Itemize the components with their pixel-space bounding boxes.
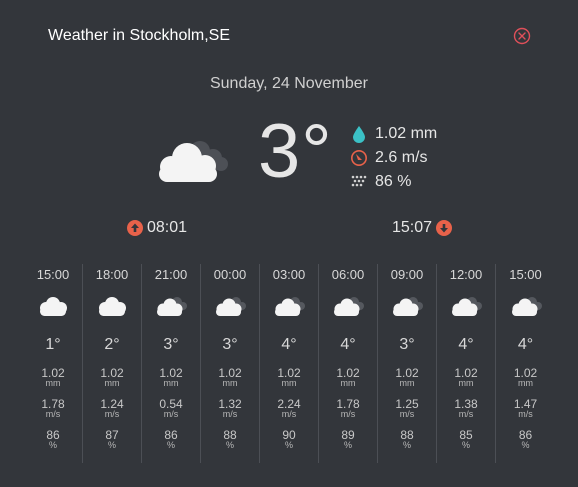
forecast-wind-unit: m/s: [518, 409, 533, 419]
clouds-icon: [332, 295, 364, 317]
clouds-icon: [450, 295, 482, 317]
forecast-humidity-unit: %: [461, 440, 470, 450]
close-button[interactable]: [513, 27, 531, 45]
forecast-temperature: 3°: [222, 336, 238, 353]
forecast-temperature: 4°: [281, 336, 297, 353]
clouds-icon: [510, 295, 542, 317]
forecast-wind-unit: m/s: [163, 409, 179, 419]
forecast-precipitation-unit: mm: [399, 378, 415, 388]
forecast-time: 12:00: [449, 267, 483, 282]
forecast-precipitation-unit: mm: [104, 378, 120, 388]
forecast-time: 21:00: [154, 267, 188, 282]
forecast-humidity-unit: %: [107, 440, 116, 450]
forecast-column: 18:00 2° 1.02 mm 1.24 m/s 87 %: [83, 264, 142, 463]
humidity-value: 86 %: [375, 173, 412, 190]
forecast-time: 18:00: [95, 267, 129, 282]
forecast-humidity-unit: %: [48, 440, 57, 450]
forecast-time: 09:00: [390, 267, 424, 282]
precipitation-row: 1.02 mm: [350, 122, 437, 146]
forecast-precipitation-unit: mm: [458, 378, 474, 388]
forecast-wind-unit: m/s: [222, 409, 238, 419]
forecast-wind-unit: m/s: [399, 409, 415, 419]
forecast-temperature: 3°: [163, 336, 179, 353]
sunset-icon: [436, 220, 453, 236]
close-icon[interactable]: [513, 27, 531, 45]
clouds-icon: [214, 295, 246, 317]
cloud-icon: [37, 295, 69, 317]
cloud-icon: [155, 134, 231, 184]
wind-icon: [350, 149, 368, 167]
forecast-time: 15:00: [36, 267, 70, 282]
sunset-time: 15:07: [392, 219, 433, 236]
humidity-icon: [350, 173, 368, 191]
forecast-time: 03:00: [272, 267, 306, 282]
forecast-temperature: 2°: [104, 336, 120, 353]
forecast-humidity-unit: %: [166, 440, 175, 450]
forecast-column: 06:00 4° 1.02 mm 1.78 m/s 89 %: [319, 264, 378, 463]
forecast-column: 00:00 3° 1.02 mm 1.32 m/s 88 %: [201, 264, 260, 463]
forecast-wind-unit: m/s: [458, 409, 474, 419]
forecast-precipitation-unit: mm: [518, 378, 533, 388]
forecast-wind-unit: m/s: [340, 409, 356, 419]
drop-icon: [350, 125, 368, 143]
precipitation-value: 1.02 mm: [375, 125, 438, 142]
forecast-humidity-unit: %: [521, 440, 530, 450]
forecast-precipitation-unit: mm: [281, 378, 297, 388]
forecast-wind-unit: m/s: [104, 409, 120, 419]
current-stats: 1.02 mm 2.6 m/s 86 %: [350, 122, 437, 194]
cloud-icon: [96, 295, 128, 317]
forecast-column: 21:00 3° 1.02 mm 0.54 m/s 86 %: [142, 264, 201, 463]
forecast-temperature: 4°: [458, 336, 474, 353]
forecast-time: 15:00: [509, 267, 542, 282]
forecast-humidity-unit: %: [343, 440, 352, 450]
forecast-temperature: 4°: [340, 336, 356, 353]
wind-value: 2.6 m/s: [375, 149, 428, 166]
forecast-precipitation-unit: mm: [340, 378, 356, 388]
clouds-icon: [155, 295, 187, 317]
forecast-humidity-unit: %: [284, 440, 293, 450]
forecast-column: 15:00 1° 1.02 mm 1.78 m/s 86 %: [24, 264, 83, 463]
forecast-time: 06:00: [331, 267, 365, 282]
sunset: 15:07: [392, 219, 453, 237]
forecast-temperature: 1°: [45, 336, 61, 353]
hourly-forecast: 15:00 1° 1.02 mm 1.78 m/s 86 % 18:00 2° …: [24, 264, 555, 463]
forecast-column: 09:00 3° 1.02 mm 1.25 m/s 88 %: [378, 264, 437, 463]
forecast-column: 15:00 4° 1.02 mm 1.47 m/s 86 %: [496, 264, 555, 463]
forecast-date: Sunday, 24 November: [209, 75, 368, 92]
sunrise-time: 08:01: [147, 219, 188, 236]
clouds-icon: [391, 295, 423, 317]
forecast-humidity-unit: %: [225, 440, 234, 450]
sunrise-icon: [127, 220, 143, 236]
forecast-humidity-unit: %: [402, 440, 411, 450]
humidity-row: 86 %: [350, 170, 437, 194]
forecast-wind-unit: m/s: [45, 409, 61, 419]
forecast-temperature: 4°: [517, 336, 534, 353]
forecast-precipitation-unit: mm: [222, 378, 238, 388]
forecast-wind-unit: m/s: [281, 409, 297, 419]
forecast-column: 12:00 4° 1.02 mm 1.38 m/s 85 %: [437, 264, 496, 463]
forecast-temperature: 3°: [399, 336, 415, 353]
weather-title: Weather in Stockholm,SE: [48, 27, 231, 44]
forecast-column: 03:00 4° 1.02 mm 2.24 m/s 90 %: [260, 264, 319, 463]
current-temperature: 3°: [258, 109, 333, 194]
forecast-precipitation-unit: mm: [163, 378, 179, 388]
sunrise: 08:01: [127, 219, 187, 237]
wind-row: 2.6 m/s: [350, 146, 437, 170]
forecast-time: 00:00: [213, 267, 247, 282]
forecast-precipitation-unit: mm: [45, 378, 61, 388]
clouds-icon: [273, 295, 305, 317]
